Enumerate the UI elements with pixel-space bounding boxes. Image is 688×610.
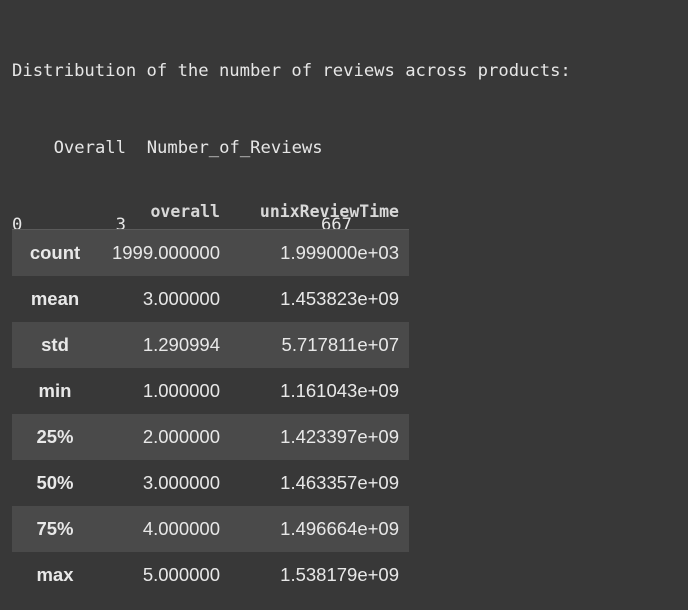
describe-col-overall: overall	[98, 193, 230, 230]
overall-value: 1.290994	[142, 334, 220, 355]
table-row: max 5.000000 1.538179e+09	[12, 552, 409, 598]
unix-value: 5.717811e+07	[281, 334, 399, 355]
unix-value: 1.538179e+09	[280, 564, 399, 585]
describe-col-unixreviewtime: unixReviewTime	[230, 193, 409, 230]
notebook-cell-output: Distribution of the number of reviews ac…	[0, 0, 688, 610]
unix-value: 1.453823e+09	[280, 288, 399, 309]
unix-value: 1.463357e+09	[280, 472, 399, 493]
table-row: 50% 3.000000 1.463357e+09	[12, 460, 409, 506]
table-row: 75% 4.000000 1.496664e+09	[12, 506, 409, 552]
describe-header-row: overall unixReviewTime	[12, 193, 409, 230]
dist-table-header: Overall Number_of_Reviews	[12, 136, 571, 162]
unix-value: 1.423397e+09	[280, 426, 399, 447]
stat-label: std	[41, 334, 69, 355]
table-row: count 1999.000000 1.999000e+03	[12, 229, 409, 276]
unix-value: 1.161043e+09	[280, 380, 399, 401]
output-heading: Distribution of the number of reviews ac…	[12, 61, 571, 82]
stat-label: 50%	[36, 472, 74, 493]
stat-label: min	[38, 380, 72, 401]
dist-col-overall: Overall	[53, 137, 126, 158]
describe-corner	[12, 193, 98, 230]
table-row: std 1.290994 5.717811e+07	[12, 322, 409, 368]
unix-value: 1.999000e+03	[280, 242, 399, 263]
describe-table: overall unixReviewTime count 1999.000000…	[12, 193, 409, 598]
stat-label: 25%	[36, 426, 74, 447]
overall-value: 1999.000000	[111, 242, 220, 263]
overall-value: 5.000000	[142, 564, 220, 585]
table-row: mean 3.000000 1.453823e+09	[12, 276, 409, 322]
overall-value: 3.000000	[142, 288, 220, 309]
stat-label: count	[29, 242, 81, 263]
stat-label: max	[36, 564, 74, 585]
stat-label: 75%	[36, 518, 74, 539]
table-row: 25% 2.000000 1.423397e+09	[12, 414, 409, 460]
stat-label: mean	[30, 288, 80, 309]
overall-value: 1.000000	[142, 380, 220, 401]
dist-col-reviews: Number_of_Reviews	[146, 137, 323, 158]
overall-value: 3.000000	[142, 472, 220, 493]
unix-value: 1.496664e+09	[280, 518, 399, 539]
table-row: min 1.000000 1.161043e+09	[12, 368, 409, 414]
overall-value: 4.000000	[142, 518, 220, 539]
overall-value: 2.000000	[142, 426, 220, 447]
